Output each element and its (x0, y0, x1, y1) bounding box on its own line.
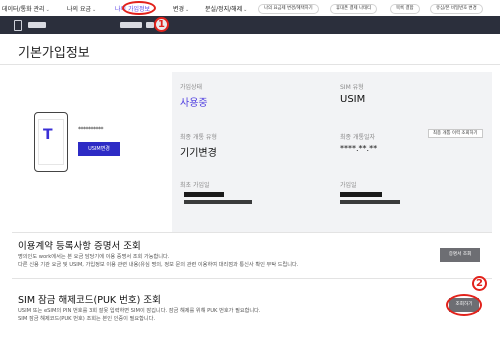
activation-history-button[interactable]: 최종 개통 이력 조회하기 (428, 129, 483, 138)
context-strip (0, 16, 500, 34)
redacted-text (28, 22, 46, 28)
quick-pill[interactable]: 휴대폰 결제 나태티 (330, 4, 378, 14)
quick-pill[interactable]: 목록 결합 (390, 4, 420, 14)
phone-icon (14, 20, 22, 31)
redacted-value (184, 200, 252, 204)
nav-label: 나의 요금 (67, 6, 91, 13)
redacted-value (340, 192, 382, 197)
activation-type-value: 기기변경 (180, 148, 217, 159)
divider (12, 232, 492, 233)
puk-description: USIM 또는 eSIM의 PIN 번호를 3회 잘못 입력하면 SIM이 잠깁… (18, 308, 261, 314)
nav-item-bill[interactable]: 나의 요금⌄ (67, 4, 96, 13)
redacted-text (146, 22, 154, 28)
join-date-label: 가입일 (340, 182, 357, 189)
puk-description: SIM 잠금 해제코드(PUK 번호) 조회는 본인 인증이 필요합니다. (18, 316, 156, 322)
nav-label: 변경 (173, 6, 185, 13)
redacted-value (340, 200, 400, 204)
cert-section-title: 이용계약 등록사항 증명서 조회 (18, 241, 141, 252)
redacted-text (120, 22, 142, 28)
device-model-masked: ********** (78, 126, 104, 133)
nav-item-data[interactable]: 데이터/통화 관리⌄ (2, 4, 50, 13)
quick-pill[interactable]: 유심/폰 비밀번호 변경 (430, 4, 483, 14)
highlight-circle (446, 294, 482, 316)
status-label: 가입상태 (180, 84, 203, 91)
certificate-button[interactable]: 증명서 조회 (440, 248, 480, 262)
nav-item-change[interactable]: 변경⌄ (173, 4, 189, 13)
status-value: 사용중 (180, 98, 208, 109)
first-join-label: 최초 가입일 (180, 182, 210, 189)
phone-illustration: T (34, 112, 68, 172)
brand-logo: T (43, 127, 53, 143)
top-nav: 데이터/통화 관리⌄ 나의 요금⌄ 나의 가입정보⌄ 변경⌄ 분실/정지/해제⌄… (0, 0, 500, 16)
sim-type-label: SIM 유형 (340, 84, 364, 91)
redacted-value (184, 192, 224, 197)
chevron-down-icon: ⌄ (185, 7, 190, 13)
annotation-marker: 1 (154, 17, 169, 32)
divider (0, 64, 500, 65)
page-title: 기본가입정보 (18, 46, 90, 61)
nav-item-loss[interactable]: 분실/정지/해제⌄ (205, 4, 247, 13)
chevron-down-icon: ⌄ (45, 7, 50, 13)
quick-pill[interactable]: 나의 요금제 변경/혜택하기 (258, 4, 319, 14)
cert-description: 명의인도 work에서는 본 요금 담당기에 이용 증명서 조회 가능합니다. (18, 254, 170, 260)
activation-date-value: ****.**.** (340, 144, 378, 153)
activation-date-label: 최종 개통일자 (340, 134, 376, 141)
nav-label: 분실/정지/해제 (205, 6, 243, 13)
nav-label: 데이터/통화 관리 (2, 6, 45, 13)
highlight-circle (122, 1, 156, 15)
annotation-marker: 2 (472, 276, 487, 291)
divider (12, 278, 492, 279)
chevron-down-icon: ⌄ (243, 7, 248, 13)
sim-type-value: USIM (340, 94, 366, 105)
usim-change-button[interactable]: USIM변경 (78, 142, 120, 156)
puk-section-title: SIM 잠금 해제코드(PUK 번호) 조회 (18, 295, 161, 306)
chevron-down-icon: ⌄ (92, 7, 97, 13)
device-panel: T ********** USIM변경 (12, 72, 172, 232)
cert-description: 다른 신용 기관 요금 및 USIM, 가입정보 이용 관련 내용(유심 명의,… (18, 262, 299, 268)
activation-type-label: 최종 개통 유형 (180, 134, 217, 141)
